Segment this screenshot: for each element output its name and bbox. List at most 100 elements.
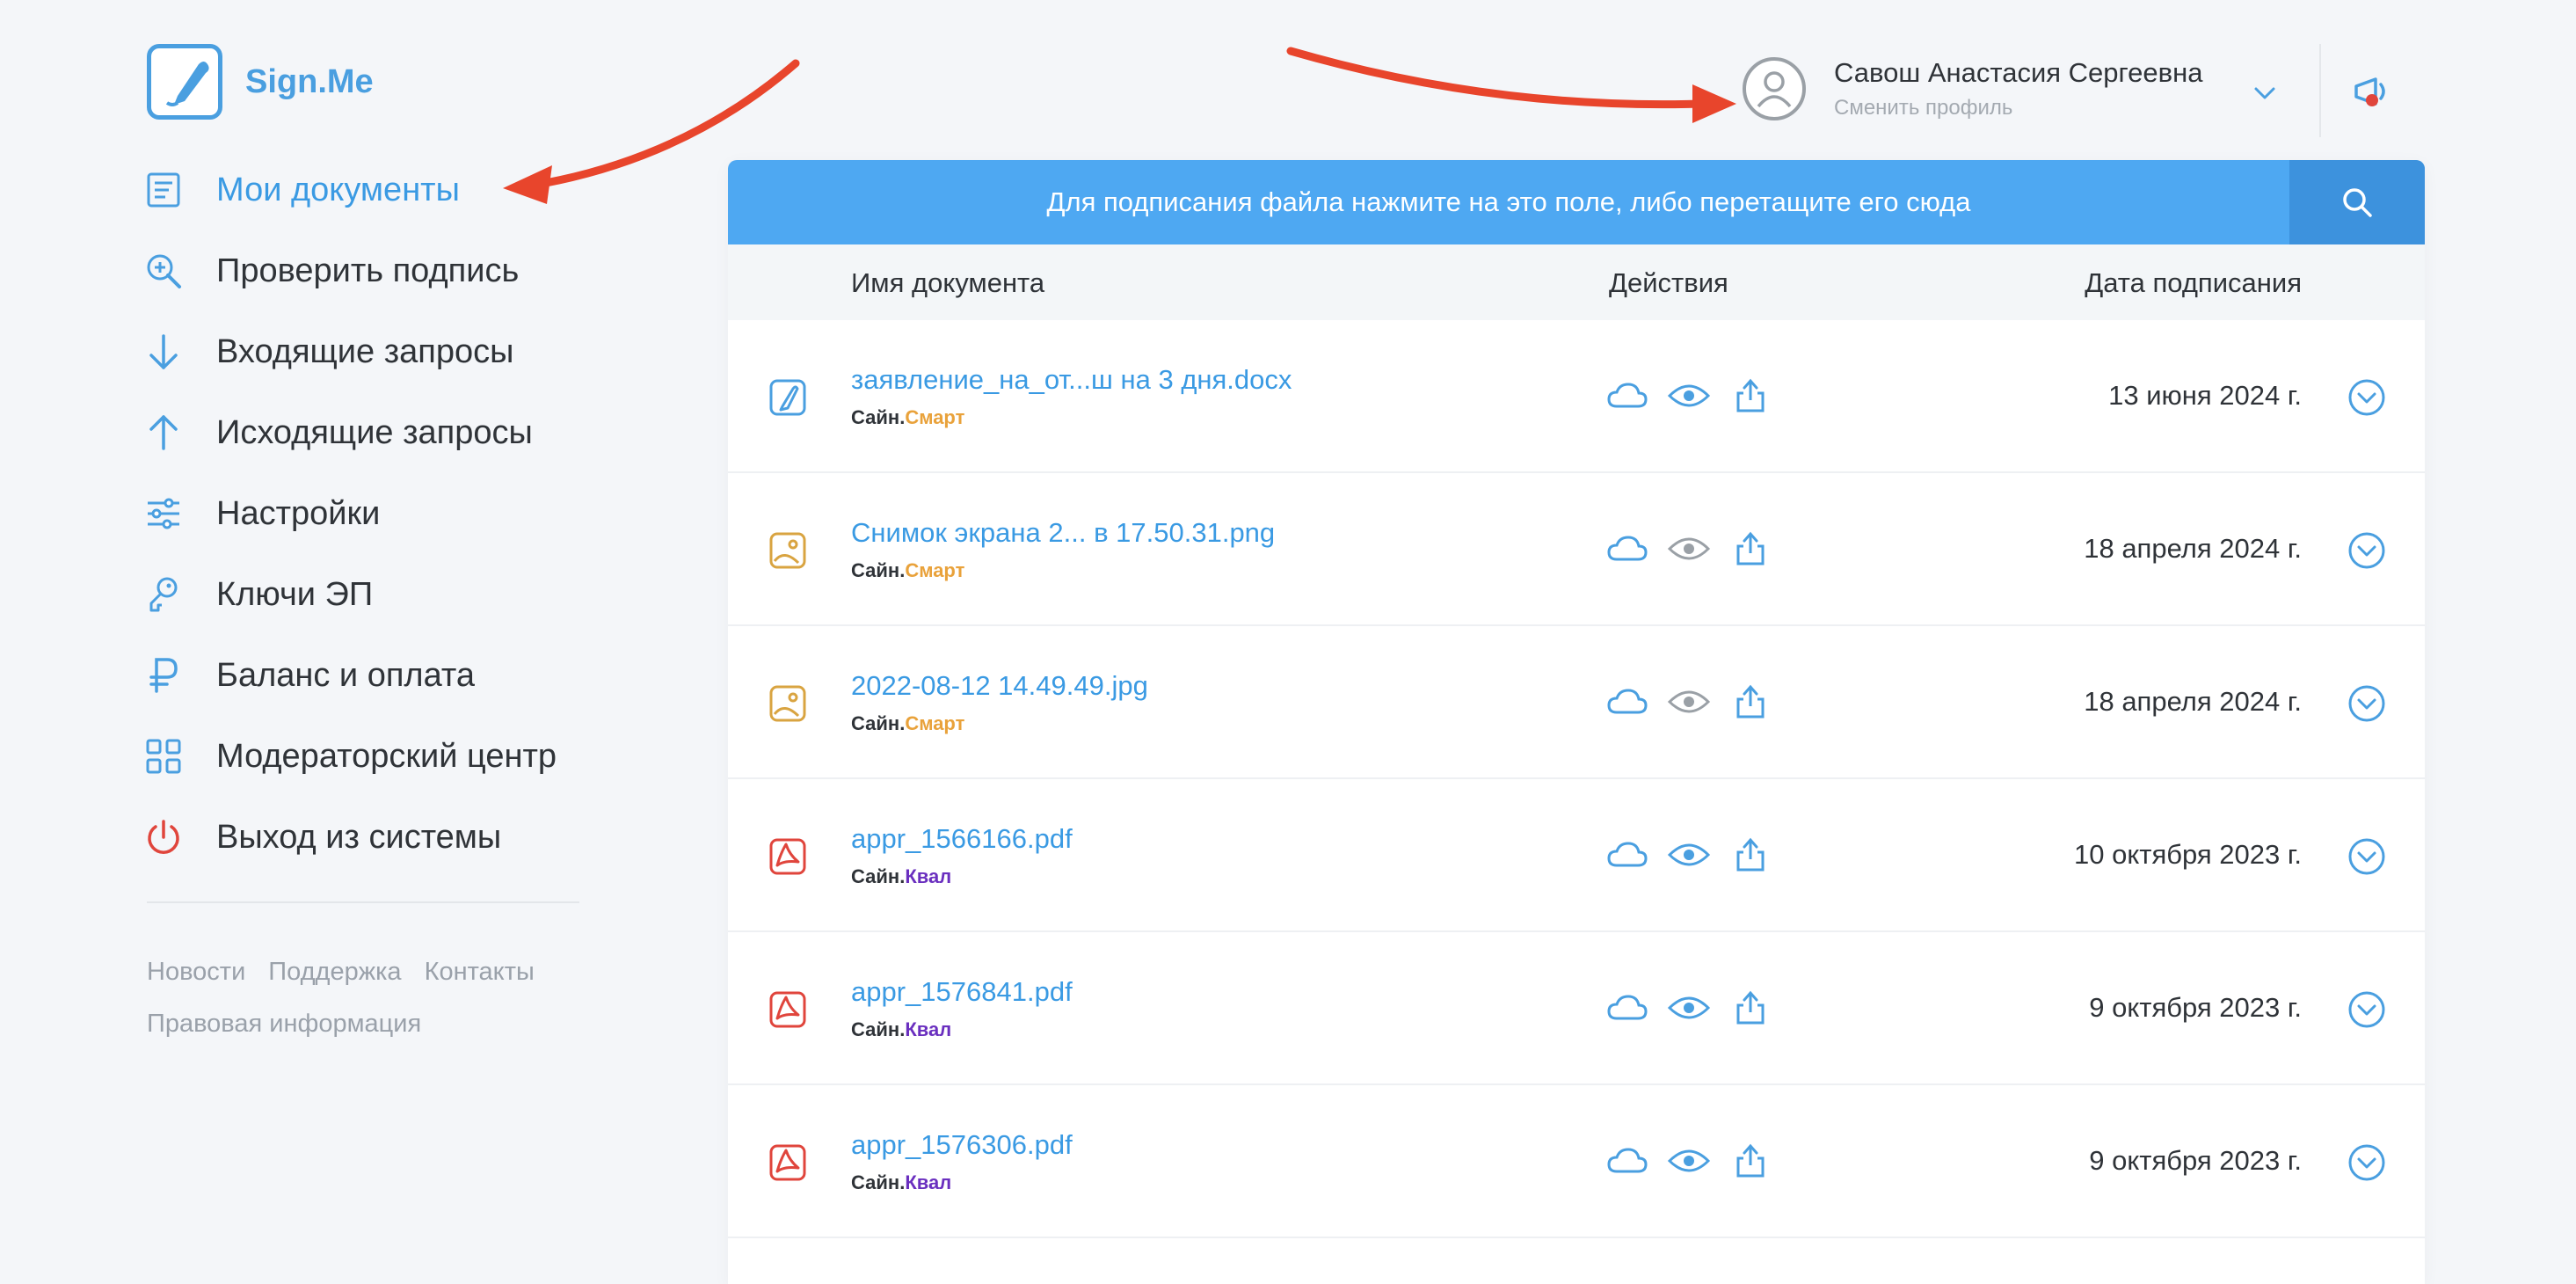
ruble-icon (142, 654, 185, 697)
profile-name: Савош Анастасия Сергеевна (1834, 57, 2203, 88)
document-name-link[interactable]: 2022-08-12 14.49.49.jpg (851, 670, 1148, 702)
tag-prefix: Сайн. (851, 406, 906, 428)
footer-links: Новости Поддержка Контакты Правовая информ… (147, 946, 604, 1050)
footer-link-contacts[interactable]: Контакты (425, 958, 535, 986)
arrow-down-icon (142, 331, 185, 373)
expand-row-icon[interactable] (2347, 684, 2386, 723)
row-actions (1605, 989, 1790, 1027)
expand-row-icon[interactable] (2347, 990, 2386, 1029)
cloud-icon[interactable] (1605, 529, 1649, 568)
eye-icon[interactable] (1667, 376, 1711, 415)
table-row[interactable]: appr_1576306.pdf Сайн.Квал 9 октября 2023 … (728, 1085, 2425, 1238)
expand-row-icon[interactable] (2347, 531, 2386, 570)
sidebar-item-verify-signature[interactable]: Проверить подпись (142, 230, 557, 311)
sidebar-nav: Мои документы Проверить подпись Входящие… (142, 150, 557, 878)
column-header-actions: Действия (1609, 267, 1728, 298)
table-header: Имя документа Действия Дата подписания (728, 244, 2425, 320)
share-icon[interactable] (1728, 376, 1772, 415)
sidebar-item-outgoing-requests[interactable]: Исходящие запросы (142, 392, 557, 473)
chevron-down-icon[interactable] (2251, 79, 2279, 107)
documents-card: Для подписания файла нажмите на это поле… (728, 160, 2425, 1284)
document-name-link[interactable]: Снимок экрана 2... в 17.50.31.png (851, 517, 1275, 549)
tag-prefix: Сайн. (851, 1018, 906, 1040)
table-row[interactable]: 2022-08-12 14.49.49.jpg Сайн.Смарт 18 апре… (728, 626, 2425, 779)
file-pdf-icon (767, 989, 809, 1031)
signature-type-label: Сайн.Смарт (851, 406, 964, 429)
expand-row-icon[interactable] (2347, 1143, 2386, 1182)
sidebar-item-incoming-requests[interactable]: Входящие запросы (142, 311, 557, 392)
sidebar-item-moderator-center[interactable]: Модераторский центр (142, 716, 557, 797)
brand-logo[interactable]: Sign.Me (147, 44, 374, 120)
row-actions (1605, 1142, 1790, 1180)
signing-date: 10 октября 2023 г. (2074, 839, 2302, 870)
row-actions (1605, 376, 1790, 415)
search-icon (2343, 188, 2372, 217)
tag-prefix: Сайн. (851, 865, 906, 887)
sidebar-item-label: Баланс и оплата (216, 656, 475, 694)
footer-link-legal[interactable]: Правовая информация (147, 1010, 421, 1038)
cloud-icon[interactable] (1605, 682, 1649, 721)
grid-icon (142, 735, 185, 777)
eye-icon (1667, 682, 1711, 721)
eye-icon[interactable] (1667, 1142, 1711, 1180)
cloud-icon[interactable] (1605, 835, 1649, 874)
share-icon[interactable] (1728, 682, 1772, 721)
expand-row-icon[interactable] (2347, 837, 2386, 876)
table-row[interactable]: appr_1576841.pdf Сайн.Квал 9 октября 2023 … (728, 932, 2425, 1085)
cloud-icon[interactable] (1605, 1142, 1649, 1180)
sidebar-item-settings[interactable]: Настройки (142, 473, 557, 554)
document-name-link[interactable]: заявление_на_от...ш на 3 дня.docx (851, 364, 1292, 396)
table-row[interactable]: Снимок экрана 2... в 17.50.31.png Сайн.См… (728, 473, 2425, 626)
megaphone-icon[interactable] (2349, 69, 2395, 114)
signature-type: Квал (905, 1171, 952, 1193)
file-image-icon (767, 529, 809, 572)
share-icon[interactable] (1728, 529, 1772, 568)
signature-type: Квал (905, 1018, 952, 1040)
eye-icon[interactable] (1667, 835, 1711, 874)
row-actions (1605, 682, 1790, 721)
file-docx-icon (767, 376, 809, 419)
document-name-link[interactable]: appr_1566166.pdf (851, 823, 1073, 855)
switch-profile-link[interactable]: Сменить профиль (1834, 96, 2202, 120)
profile-switcher[interactable]: Савош Анастасия Сергеевна Сменить профил… (1743, 57, 2202, 120)
sliders-icon (142, 492, 185, 535)
sidebar-item-balance[interactable]: Баланс и оплата (142, 635, 557, 716)
document-name-link[interactable]: appr_1576306.pdf (851, 1129, 1073, 1161)
signature-type: Смарт (905, 712, 965, 734)
row-actions (1605, 529, 1790, 568)
sidebar-item-my-documents[interactable]: Мои документы (142, 150, 557, 230)
eye-icon[interactable] (1667, 989, 1711, 1027)
zoom-check-icon (142, 250, 185, 292)
table-row[interactable]: заявление_на_от...ш на 3 дня.docx Сайн.См… (728, 320, 2425, 473)
tag-prefix: Сайн. (851, 712, 906, 734)
upload-dropzone[interactable]: Для подписания файла нажмите на это поле… (728, 160, 2425, 244)
footer-link-news[interactable]: Новости (147, 958, 245, 986)
share-icon[interactable] (1728, 1142, 1772, 1180)
eye-icon (1667, 529, 1711, 568)
brand-name: Sign.Me (245, 62, 374, 100)
document-icon (142, 169, 185, 211)
search-button[interactable] (2289, 160, 2425, 244)
share-icon[interactable] (1728, 835, 1772, 874)
signature-type-label: Сайн.Квал (851, 1171, 951, 1194)
signature-type: Смарт (905, 406, 965, 428)
document-name-link[interactable]: appr_1576841.pdf (851, 976, 1073, 1008)
sidebar-item-label: Ключи ЭП (216, 575, 374, 613)
sidebar-item-logout[interactable]: Выход из системы (142, 797, 557, 878)
file-pdf-icon (767, 835, 809, 878)
table-row[interactable]: appr_1566166.pdf Сайн.Квал 10 октября 2023… (728, 779, 2425, 932)
share-icon[interactable] (1728, 989, 1772, 1027)
sidebar-item-label: Исходящие запросы (216, 413, 533, 451)
expand-row-icon[interactable] (2347, 378, 2386, 417)
footer-link-support[interactable]: Поддержка (268, 958, 401, 986)
sidebar-item-keys[interactable]: Ключи ЭП (142, 554, 557, 635)
cloud-icon[interactable] (1605, 376, 1649, 415)
signature-type: Смарт (905, 559, 965, 581)
cloud-icon[interactable] (1605, 989, 1649, 1027)
pen-logo-icon (147, 44, 222, 120)
signing-date: 9 октября 2023 г. (2089, 992, 2302, 1023)
signing-date: 9 октября 2023 г. (2089, 1145, 2302, 1176)
file-image-icon (767, 682, 809, 725)
signature-type-label: Сайн.Смарт (851, 559, 964, 582)
sidebar-divider (147, 901, 579, 903)
